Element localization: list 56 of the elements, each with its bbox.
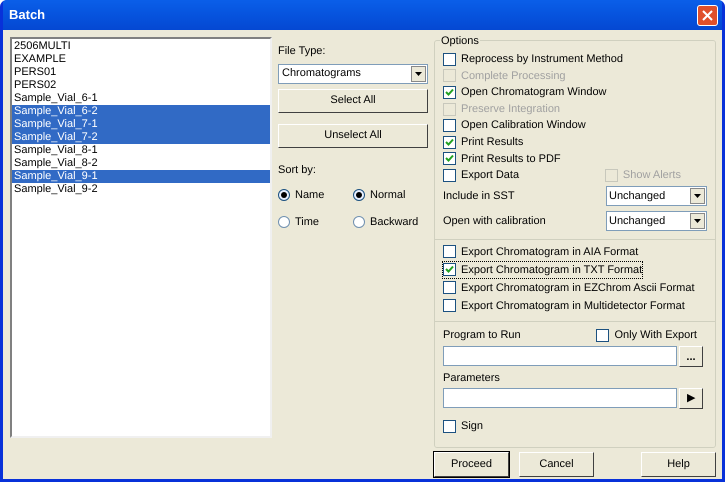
field-label: Parameters [443,371,501,386]
checkbox[interactable]: Open Calibration Window [443,117,586,134]
button[interactable]: Select All [278,88,428,112]
dropdown-arrow-icon [694,219,701,224]
dropdown-arrow-icon [415,72,422,76]
program-input-field[interactable] [443,346,677,366]
button[interactable]: Help [641,452,716,477]
field-label: Program to Run [443,328,521,343]
dropdown[interactable]: Unchanged [606,186,707,206]
list-item[interactable]: Sample_Vial_8-2 [12,157,270,170]
file-list[interactable]: 2506MULTI EXAMPLE PERS01 PERS02 Sample_Vial_6-1 Sample_Vial_6-2 Sample_Vial_7-1 Sample_Vial_7-2 Sample_Vial_8-1 Sample_Vial_8-2 Sample_Vial_9-1 Sample_Vial_9-2 [10,37,272,438]
list-item[interactable]: EXAMPLE [12,53,270,66]
list-item[interactable]: Sample_Vial_6-2 [12,105,270,118]
radio-button[interactable]: Backward [353,214,428,230]
check-icon [445,265,454,274]
list-item[interactable]: Sample_Vial_8-1 [12,144,270,157]
dropdown-arrow-icon [694,194,701,198]
button[interactable]: Unselect All [278,124,428,148]
browse-button[interactable]: ... [679,346,703,368]
list-item[interactable]: 2506MULTI [12,40,270,53]
checkbox[interactable]: Export Chromatogram in TXT Format [443,262,642,278]
checkbox[interactable]: Export Data [443,167,520,184]
window-title: Batch [8,6,46,24]
list-item[interactable]: Sample_Vial_7-2 [12,131,270,144]
group-title: Options [440,33,480,50]
checkbox[interactable]: Only With Export [596,326,697,344]
radio-button[interactable]: Normal [353,187,428,204]
checkbox[interactable]: Reprocess by Instrument Method [443,51,624,68]
checkbox[interactable]: Print Results to PDF [443,150,561,168]
file-type-dropdown[interactable]: Chromatograms [278,64,428,84]
checkbox[interactable]: Open Chromatogram Window [443,84,607,101]
button[interactable]: Proceed [434,452,509,477]
close-icon [702,10,713,20]
list-item[interactable]: Sample_Vial_7-1 [12,118,270,131]
radio-button[interactable]: Name [278,187,353,204]
list-item[interactable]: Sample_Vial_9-2 [12,183,270,196]
parameters-input-field[interactable] [443,388,677,408]
field-label: File Type: [278,44,326,59]
list-item[interactable]: Sample_Vial_6-1 [12,92,270,105]
arrow-button[interactable]: ▶ [679,388,703,409]
checkbox[interactable]: Export Chromatogram in Multidetector Format [443,298,685,314]
checkbox[interactable]: Print Results [443,134,524,151]
checkbox[interactable]: Export Chromatogram in EZChrom Ascii Format [443,280,695,296]
field-label: Include in SST [443,189,515,204]
checkbox[interactable]: Sign [443,418,707,434]
close-button[interactable] [697,4,718,26]
dropdown[interactable]: Unchanged [606,211,707,232]
field-label: Sort by: [278,162,317,178]
list-item[interactable]: PERS01 [12,66,270,79]
checkbox[interactable]: Export Chromatogram in AIA Format [443,244,638,260]
list-item[interactable]: Sample_Vial_9-1 [12,170,270,183]
field-label: Open with calibration [443,214,546,229]
button[interactable]: Cancel [519,452,594,477]
check-icon [445,88,454,97]
list-item[interactable]: PERS02 [12,79,270,92]
radio-button[interactable]: Time [278,214,353,230]
